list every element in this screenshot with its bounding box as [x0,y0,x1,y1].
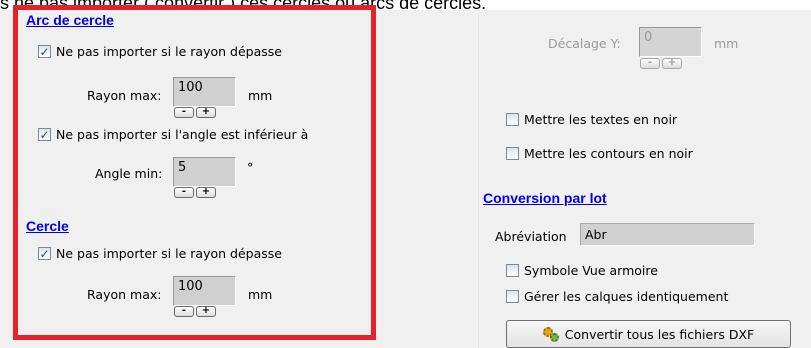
arc-radius-checkbox[interactable]: ✓ [38,45,51,58]
arc-angle-unit: ° [247,160,254,175]
contours-black-checkbox-label: Mettre les contours en noir [524,146,693,161]
arc-radius-checkbox-label: Ne pas importer si le rayon dépasse [56,44,282,59]
arc-radius-stepper: - + [174,107,216,118]
layers-checkbox[interactable] [506,290,519,303]
arc-angle-checkbox-label: Ne pas importer si l'angle est inférieur… [56,127,309,142]
text-black-checkbox[interactable] [506,113,519,126]
arc-radius-input[interactable]: 100 [173,77,236,107]
abbreviation-input[interactable]: Abr [580,223,755,246]
cercle-radius-input[interactable]: 100 [173,276,236,306]
arc-radius-increment-button[interactable]: + [196,107,216,118]
checkmark-icon: ✓ [39,44,50,59]
cercle-radius-stepper: - + [174,306,216,317]
offset-y-unit: mm [714,36,739,51]
batch-section-title: Conversion par lot [483,190,607,206]
arc-radius-label: Rayon max: [87,88,162,103]
convert-all-dxf-button[interactable]: Convertir tous les fichiers DXF [506,320,791,348]
offset-y-stepper: - + [640,58,682,69]
checkmark-icon: ✓ [39,127,50,142]
arc-radius-checkbox-row[interactable]: ✓ Ne pas importer si le rayon dépasse [38,44,282,59]
arc-angle-increment-button[interactable]: + [196,187,216,198]
cercle-radius-checkbox-row[interactable]: ✓ Ne pas importer si le rayon dépasse [38,246,282,261]
offset-y-increment-button[interactable]: + [662,58,682,69]
panel-divider [478,10,479,348]
cercle-radius-decrement-button[interactable]: - [174,306,194,317]
arc-section-title: Arc de cercle [26,12,114,28]
arc-angle-checkbox[interactable]: ✓ [38,128,51,141]
layers-checkbox-label: Gérer les calques identiquement [524,289,729,304]
text-black-checkbox-label: Mettre les textes en noir [524,112,678,127]
arc-radius-decrement-button[interactable]: - [174,107,194,118]
wardrobe-symbol-checkbox[interactable] [506,264,519,277]
abbreviation-label: Abréviation [495,229,567,244]
offset-y-input[interactable]: 0 [639,27,702,57]
cercle-radius-checkbox-label: Ne pas importer si le rayon dépasse [56,246,282,261]
checkmark-icon: ✓ [39,246,50,261]
text-black-checkbox-row[interactable]: Mettre les textes en noir [506,112,677,127]
offset-y-decrement-button[interactable]: - [640,58,660,69]
cercle-radius-increment-button[interactable]: + [196,306,216,317]
gears-icon [542,326,559,342]
cercle-radius-label: Rayon max: [87,287,162,302]
arc-angle-label: Angle min: [95,166,163,181]
wardrobe-symbol-checkbox-label: Symbole Vue armoire [524,263,658,278]
arc-angle-input[interactable]: 5 [173,157,236,187]
layers-checkbox-row[interactable]: Gérer les calques identiquement [506,289,728,304]
convert-all-dxf-label: Convertir tous les fichiers DXF [564,326,755,342]
wardrobe-symbol-checkbox-row[interactable]: Symbole Vue armoire [506,263,658,278]
cercle-section-title: Cercle [26,218,69,234]
cercle-radius-checkbox[interactable]: ✓ [38,247,51,260]
cercle-radius-unit: mm [248,287,273,302]
offset-y-label: Décalage Y: [548,36,621,51]
arc-angle-decrement-button[interactable]: - [174,187,194,198]
contours-black-checkbox-row[interactable]: Mettre les contours en noir [506,146,693,161]
contours-black-checkbox[interactable] [506,147,519,160]
arc-radius-unit: mm [248,88,273,103]
arc-angle-stepper: - + [174,187,216,198]
arc-angle-checkbox-row[interactable]: ✓ Ne pas importer si l'angle est inférie… [38,127,308,142]
